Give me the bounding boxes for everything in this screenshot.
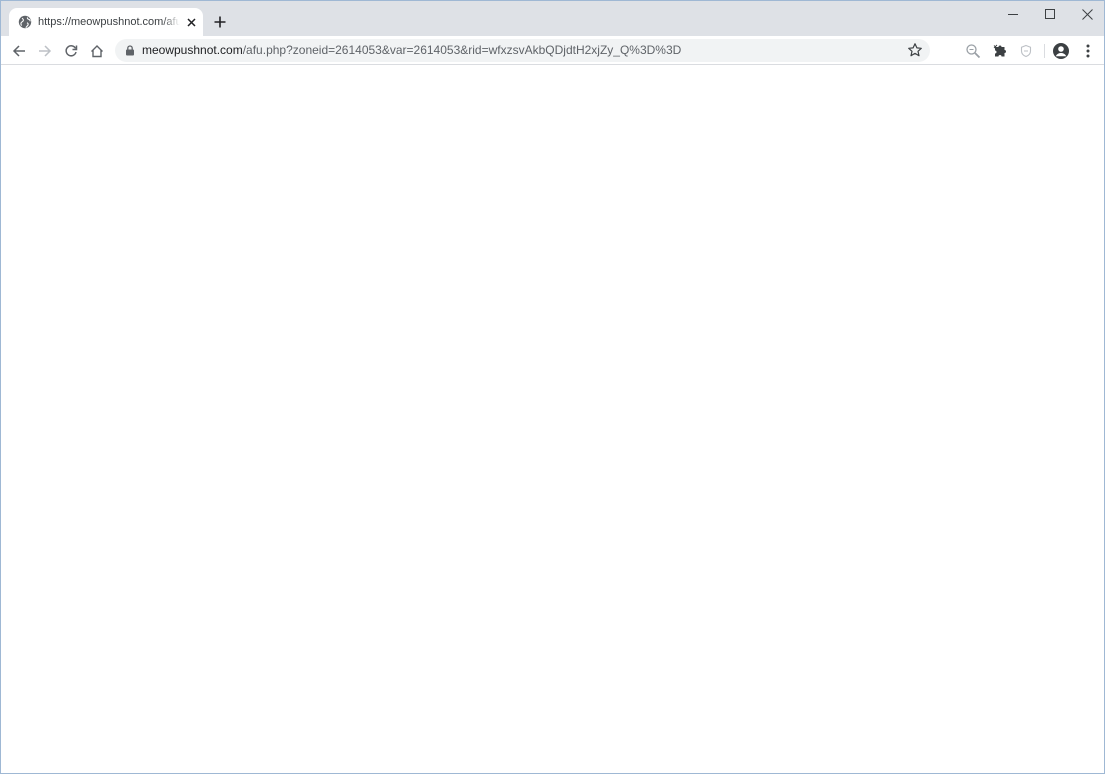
maximize-icon[interactable] xyxy=(1039,4,1061,24)
home-icon[interactable] xyxy=(87,41,107,61)
active-tab[interactable]: https://meowpushnot.com/afu.php?zoneid=2… xyxy=(9,8,203,36)
new-tab-icon[interactable] xyxy=(211,13,229,31)
url-text[interactable]: meowpushnot.com/afu.php?zoneid=2614053&v… xyxy=(142,43,681,58)
zoom-icon[interactable] xyxy=(964,42,982,60)
tab-strip: https://meowpushnot.com/afu.php?zoneid=2… xyxy=(1,1,1104,36)
reload-icon[interactable] xyxy=(61,41,81,61)
star-icon[interactable] xyxy=(907,42,923,58)
tab-title: https://meowpushnot.com/afu.php?zoneid=2… xyxy=(38,16,180,28)
shield-icon[interactable] xyxy=(1017,42,1035,60)
window-close-icon[interactable] xyxy=(1076,4,1098,24)
more-vert-icon[interactable] xyxy=(1079,42,1097,60)
minimize-icon[interactable] xyxy=(1002,4,1024,24)
arrow-right-icon[interactable] xyxy=(35,41,55,61)
tab-close-icon[interactable] xyxy=(184,15,198,29)
lock-icon[interactable] xyxy=(125,45,135,56)
arrow-left-icon[interactable] xyxy=(9,41,29,61)
profile-icon[interactable] xyxy=(1052,42,1070,60)
url-host: meowpushnot.com xyxy=(142,43,243,57)
extension-icon[interactable] xyxy=(991,42,1009,60)
page-content xyxy=(1,66,1104,773)
toolbar: meowpushnot.com/afu.php?zoneid=2614053&v… xyxy=(1,36,1104,65)
browser-window: https://meowpushnot.com/afu.php?zoneid=2… xyxy=(0,0,1105,774)
toolbar-separator xyxy=(1044,44,1045,58)
url-path: /afu.php?zoneid=2614053&var=2614053&rid=… xyxy=(242,43,682,57)
address-bar[interactable]: meowpushnot.com/afu.php?zoneid=2614053&v… xyxy=(115,39,930,62)
globe-icon xyxy=(18,15,32,29)
